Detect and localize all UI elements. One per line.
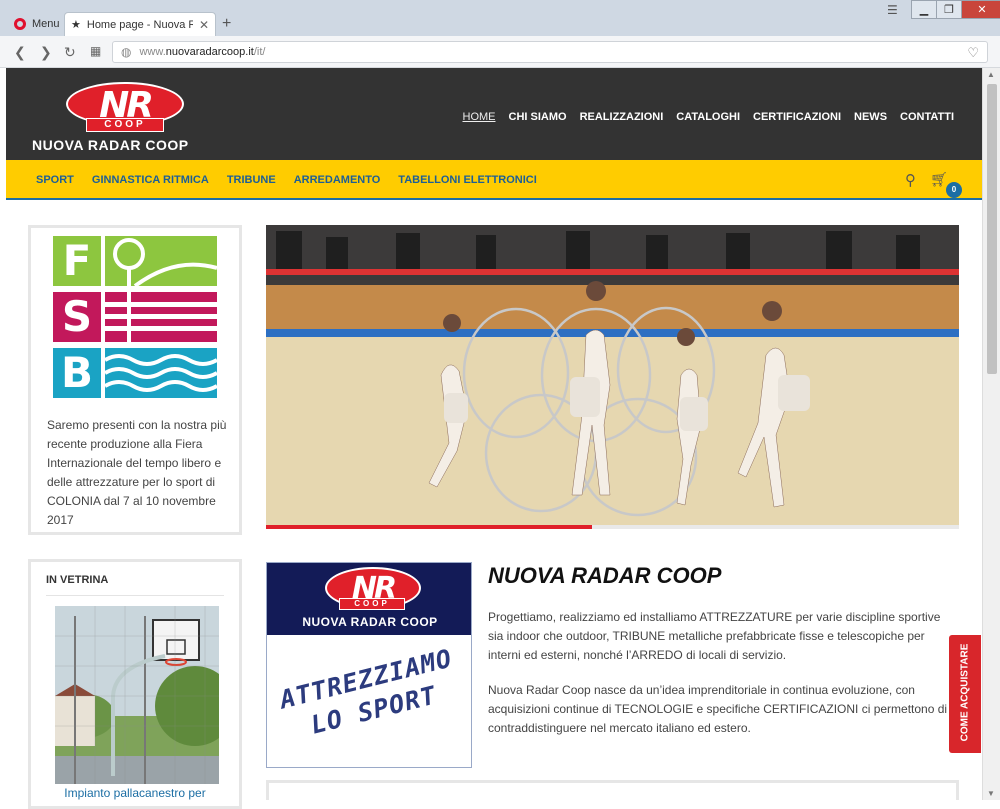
promo-slogan: ATTREZZIAMO LO SPORT	[267, 639, 471, 751]
cat-ginnastica-ritmica[interactable]: GINNASTICA RITMICA	[92, 174, 209, 186]
cat-arredamento[interactable]: ARREDAMENTO	[294, 174, 381, 186]
url-path: /it/	[253, 46, 266, 58]
fsb-letter-b: B	[53, 348, 101, 398]
promo-logo-coop: COOP	[339, 598, 405, 610]
main-title: NUOVA RADAR COOP	[488, 563, 722, 588]
site-header: NR COOP NUOVA RADAR COOP HOME CHI SIAMO …	[6, 68, 982, 160]
forward-icon[interactable]: ❯	[40, 44, 52, 61]
cat-sport[interactable]: SPORT	[36, 174, 74, 186]
url-host: nuovaradarcoop.it	[165, 46, 254, 58]
hero-progress-fill	[266, 525, 592, 529]
new-tab-icon[interactable]: +	[222, 15, 231, 33]
nav-contatti[interactable]: CONTATTI	[900, 111, 954, 123]
vetrina-product-link[interactable]: Impianto pallacanestro per	[31, 786, 239, 800]
tab-close-icon[interactable]: ✕	[199, 18, 209, 32]
cat-tabelloni-elettronici[interactable]: TABELLONI ELETTRONICI	[398, 174, 537, 186]
come-acquistare-label: COME ACQUISTARE	[959, 643, 971, 742]
fsb-waves-icon	[105, 348, 217, 398]
nav-certificazioni[interactable]: CERTIFICAZIONI	[753, 111, 841, 123]
come-acquistare-tab[interactable]: COME ACQUISTARE	[949, 635, 981, 753]
vetrina-title: IN VETRINA	[46, 574, 109, 586]
tab-title: Home page - Nuova Rada	[86, 18, 193, 31]
rhythmic-gymnastics-photo	[266, 225, 959, 525]
url-scheme: www.	[139, 46, 166, 58]
cat-tribune[interactable]: TRIBUNE	[227, 174, 276, 186]
vetrina-divider	[46, 595, 224, 596]
window-close-icon[interactable]: ✕	[961, 0, 1000, 19]
browser-tab[interactable]: ★ Home page - Nuova Rada ✕	[64, 12, 216, 36]
category-bar: SPORT GINNASTICA RITMICA TRIBUNE ARREDAM…	[6, 160, 982, 200]
bookmark-heart-icon[interactable]: ♡	[967, 45, 979, 61]
back-icon[interactable]: ❮	[14, 44, 26, 61]
opera-logo-icon	[14, 18, 26, 30]
main-nav: HOME CHI SIAMO REALIZZAZIONI CATALOGHI C…	[463, 111, 955, 123]
nav-chi-siamo[interactable]: CHI SIAMO	[509, 111, 567, 123]
site-logo[interactable]: NR COOP NUOVA RADAR COOP	[28, 80, 218, 153]
promo-banner: NR COOP NUOVA RADAR COOP ATTREZZIAMO LO …	[266, 562, 472, 768]
url-input[interactable]: ◍ www.nuovaradarcoop.it/it/ ♡	[112, 41, 988, 63]
basketball-hoop-photo	[55, 606, 219, 784]
fair-text: Saremo presenti con la nostra più recent…	[47, 418, 227, 527]
browser-menu-button[interactable]: Menu	[6, 13, 68, 35]
cart-count-badge: 0	[946, 182, 962, 198]
fsb-logo[interactable]: F S B	[53, 236, 217, 400]
search-icon[interactable]: ⚲	[905, 171, 916, 189]
window-controls: ▁ ❐ ✕	[911, 0, 1000, 20]
fair-card: F S B Saremo presenti con la nostra più …	[28, 225, 242, 535]
tab-favicon-star-icon: ★	[71, 19, 81, 31]
scrollbar-thumb[interactable]	[987, 84, 997, 374]
promo-header: NR COOP NUOVA RADAR COOP	[267, 563, 471, 635]
category-nav: SPORT GINNASTICA RITMICA TRIBUNE ARREDAM…	[36, 174, 537, 186]
promo-name: NUOVA RADAR COOP	[302, 615, 438, 629]
fsb-magenta-icon	[105, 292, 217, 342]
reload-icon[interactable]: ↻	[64, 44, 76, 61]
hero-progress-bar	[266, 525, 959, 529]
vetrina-product-image[interactable]	[55, 606, 219, 784]
nav-realizzazioni[interactable]: REALIZZAZIONI	[580, 111, 664, 123]
hero-slider-image[interactable]	[266, 225, 959, 525]
next-section-box	[266, 780, 959, 800]
intro-paragraph-1: Progettiamo, realizziamo ed installiamo …	[488, 610, 941, 662]
logo-coop: COOP	[86, 118, 164, 132]
browser-titlebar: Menu ★ Home page - Nuova Rada ✕ + ☰ ▁ ❐ …	[0, 0, 1000, 36]
nav-home[interactable]: HOME	[463, 111, 496, 123]
address-bar: ❮ ❯ ↻ ▦ ◍ www.nuovaradarcoop.it/it/ ♡	[0, 36, 1000, 68]
easy-setup-icon[interactable]: ☰	[887, 3, 898, 17]
browser-menu-label: Menu	[32, 18, 60, 30]
intro-paragraph-2: Nuova Radar Coop nasce da un’idea impren…	[488, 683, 948, 735]
fsb-letter-s: S	[53, 292, 101, 342]
scroll-down-icon[interactable]: ▼	[987, 789, 995, 798]
logo-text: NUOVA RADAR COOP	[32, 137, 189, 153]
cart-icon[interactable]: 🛒︎	[930, 171, 948, 188]
scroll-up-icon[interactable]: ▲	[987, 70, 995, 79]
nav-news[interactable]: NEWS	[854, 111, 887, 123]
maximize-icon[interactable]: ❐	[936, 0, 962, 19]
vetrina-card: IN VETRINA Impianto pallacanestro per	[28, 559, 242, 809]
speed-dial-grid-icon[interactable]: ▦	[90, 44, 101, 58]
minimize-icon[interactable]: ▁	[911, 0, 937, 19]
nav-cataloghi[interactable]: CATALOGHI	[676, 111, 740, 123]
fsb-letter-f: F	[53, 236, 101, 286]
fsb-green-icon	[105, 236, 217, 286]
globe-icon: ◍	[121, 45, 132, 59]
page-scrollbar[interactable]: ▲ ▼	[982, 68, 1000, 800]
